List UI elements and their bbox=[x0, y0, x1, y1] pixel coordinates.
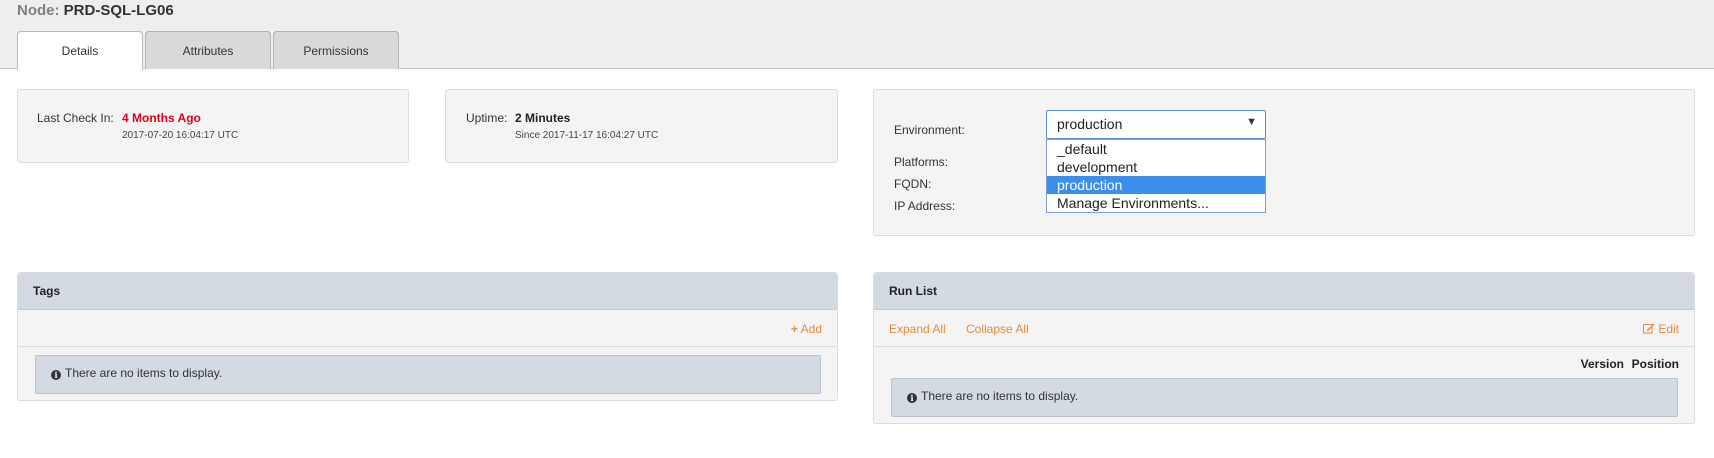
collapse-all-link[interactable]: Collapse All bbox=[966, 322, 1029, 336]
runlist-header: Run List bbox=[874, 273, 1694, 310]
expand-all-link[interactable]: Expand All bbox=[889, 322, 946, 336]
tags-empty-text: There are no items to display. bbox=[65, 366, 223, 380]
ip-address-label: IP Address: bbox=[894, 199, 956, 213]
checkin-panel: Last Check In: 4 Months Ago 2017-07-20 1… bbox=[17, 89, 409, 163]
tab-attributes-label: Attributes bbox=[182, 43, 234, 58]
tab-details-label: Details bbox=[61, 44, 99, 58]
checkin-timestamp: 2017-07-20 16:04:17 UTC bbox=[122, 130, 239, 141]
tab-permissions[interactable]: Permissions bbox=[273, 31, 399, 69]
checkin-value: 4 Months Ago bbox=[122, 111, 201, 125]
tags-header: Tags bbox=[18, 273, 837, 310]
edit-runlist-button[interactable]: Edit bbox=[1642, 322, 1679, 336]
fqdn-label: FQDN: bbox=[894, 177, 932, 191]
runlist-toolbar: Expand All Collapse All Edit bbox=[874, 310, 1694, 347]
column-header-position: Position bbox=[1631, 357, 1679, 371]
checkin-label: Last Check In: bbox=[37, 111, 114, 125]
environment-option-default[interactable]: _default bbox=[1047, 140, 1265, 158]
runlist-panel: Run List Expand All Collapse All Edit Ve… bbox=[873, 272, 1695, 424]
node-name: PRD-SQL-LG06 bbox=[63, 2, 174, 19]
environment-label: Environment: bbox=[894, 123, 965, 137]
environment-option-development[interactable]: development bbox=[1047, 158, 1265, 176]
column-header-version: Version bbox=[1580, 357, 1624, 371]
plus-icon: + bbox=[790, 322, 798, 336]
environment-dropdown-list: _default development production Manage E… bbox=[1046, 139, 1266, 213]
page-title: Node: PRD-SQL-LG06 bbox=[17, 2, 174, 19]
add-tag-button[interactable]: + Add bbox=[791, 322, 822, 336]
node-title-prefix: Node: bbox=[17, 2, 60, 19]
dropdown-arrow-icon: ▼ bbox=[1246, 116, 1257, 128]
tags-toolbar: + Add bbox=[18, 310, 837, 347]
runlist-empty-message: i There are no items to display. bbox=[891, 378, 1678, 417]
tags-empty-message: i There are no items to display. bbox=[35, 355, 821, 394]
node-header-bar: Node: PRD-SQL-LG06 Details Attributes Pe… bbox=[0, 0, 1714, 70]
edit-label: Edit bbox=[1658, 322, 1679, 336]
tab-attributes[interactable]: Attributes bbox=[145, 31, 271, 69]
uptime-since: Since 2017-11-17 16:04:27 UTC bbox=[515, 130, 659, 141]
platforms-label: Platforms: bbox=[894, 155, 949, 169]
tags-panel: Tags + Add i There are no items to displa… bbox=[17, 272, 838, 401]
environment-select-value: production bbox=[1057, 116, 1123, 132]
uptime-label: Uptime: bbox=[466, 111, 508, 125]
edit-icon bbox=[1642, 323, 1655, 334]
add-tag-label: Add bbox=[800, 322, 822, 336]
runlist-empty-text: There are no items to display. bbox=[921, 389, 1079, 403]
info-icon: i bbox=[907, 393, 917, 403]
info-icon: i bbox=[51, 370, 61, 380]
tab-details[interactable]: Details bbox=[17, 31, 143, 70]
uptime-value: 2 Minutes bbox=[515, 111, 571, 125]
uptime-panel: Uptime: 2 Minutes Since 2017-11-17 16:04… bbox=[445, 89, 838, 163]
environment-option-production[interactable]: production bbox=[1047, 176, 1265, 194]
environment-select[interactable]: production ▼ bbox=[1046, 110, 1266, 139]
node-info-panel: Environment: Platforms: FQDN: IP Address… bbox=[873, 89, 1695, 236]
tab-permissions-label: Permissions bbox=[303, 43, 369, 58]
manage-environments-option[interactable]: Manage Environments... bbox=[1047, 194, 1265, 212]
